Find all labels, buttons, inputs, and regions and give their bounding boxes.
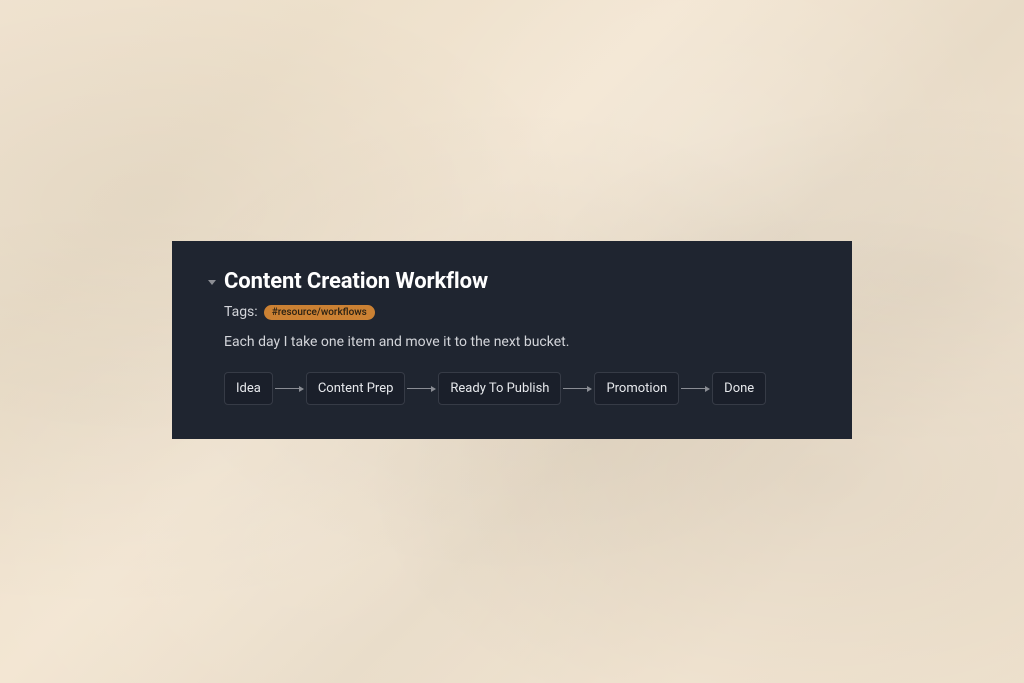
stage-promotion[interactable]: Promotion bbox=[594, 372, 679, 405]
workflow-stages: Idea Content Prep Ready To Publish Promo… bbox=[224, 372, 816, 405]
page-title: Content Creation Workflow bbox=[224, 269, 488, 294]
content-body: Tags: #resource/workflows Each day I tak… bbox=[208, 304, 816, 405]
disclosure-triangle-icon[interactable] bbox=[208, 280, 216, 285]
stage-content-prep[interactable]: Content Prep bbox=[306, 372, 406, 405]
stage-idea[interactable]: Idea bbox=[224, 372, 273, 405]
tag-pill[interactable]: #resource/workflows bbox=[264, 305, 375, 320]
arrow-icon bbox=[405, 386, 438, 392]
tags-row: Tags: #resource/workflows bbox=[224, 304, 816, 320]
stage-done[interactable]: Done bbox=[712, 372, 766, 405]
workflow-card: Content Creation Workflow Tags: #resourc… bbox=[172, 241, 852, 439]
header-row: Content Creation Workflow bbox=[208, 269, 816, 294]
arrow-icon bbox=[679, 386, 712, 392]
arrow-icon bbox=[273, 386, 306, 392]
description-text: Each day I take one item and move it to … bbox=[224, 334, 816, 350]
tags-label: Tags: bbox=[224, 304, 258, 320]
arrow-icon bbox=[561, 386, 594, 392]
stage-ready-to-publish[interactable]: Ready To Publish bbox=[438, 372, 561, 405]
